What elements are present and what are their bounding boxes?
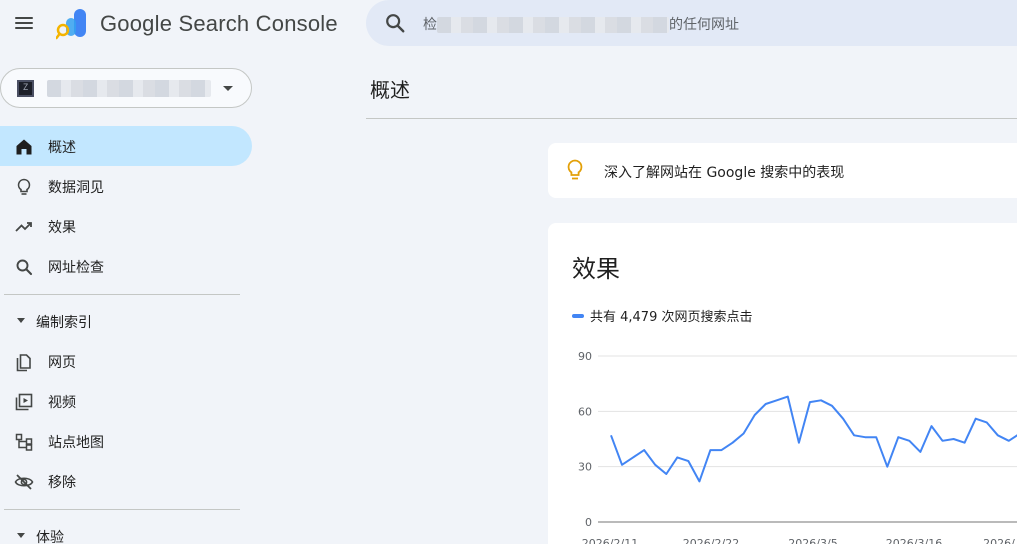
top-app-bar: Google Search Console 检的任何网址	[0, 0, 1017, 48]
url-inspection-search-bar[interactable]: 检的任何网址	[366, 0, 1017, 46]
clicks-series-line	[610, 395, 1017, 483]
sidebar-item-performance[interactable]: 效果	[0, 206, 252, 246]
sidebar-item-url-inspection[interactable]: 网址检查	[0, 246, 252, 286]
sitemap-icon	[15, 433, 33, 451]
property-selector[interactable]: Z	[0, 68, 252, 108]
search-console-logo	[56, 9, 86, 40]
property-name-redacted	[47, 80, 211, 97]
collapse-caret-icon	[17, 533, 25, 538]
sidebar-item-videos[interactable]: 视频	[0, 381, 252, 421]
video-icon	[15, 393, 33, 411]
site-favicon: Z	[17, 80, 34, 97]
sidebar-item-pages[interactable]: 网页	[0, 341, 252, 381]
x-tick-label: 2026/3/16	[886, 537, 942, 544]
chart-legend[interactable]: 共有 4,479 次网页搜索点击	[572, 305, 753, 325]
search-icon	[386, 14, 405, 33]
search-icon	[16, 259, 33, 276]
product-name: Google Search Console	[100, 11, 338, 36]
insights-link-text: 深入了解网站在 Google 搜索中的表现	[604, 165, 845, 181]
performance-chart: 90 60 30 0 2026/2/11 2026/2/22 2026/3/5 2026/3/…	[578, 350, 1017, 544]
page-title: 概述	[370, 78, 410, 102]
sidebar-divider	[4, 509, 240, 510]
performance-card: 效果 共有 4,479 次网页搜索点击 90 60 30 0 2026/2/11 2026…	[548, 223, 1017, 544]
legend-text: 共有 4,479 次网页搜索点击	[590, 310, 753, 325]
insights-card[interactable]: 深入了解网站在 Google 搜索中的表现	[548, 143, 1017, 198]
search-placeholder: 检的任何网址	[423, 17, 739, 33]
y-tick-label: 90	[578, 350, 592, 363]
performance-title: 效果	[572, 255, 620, 283]
collapse-caret-icon	[17, 318, 25, 323]
main-menu-button[interactable]	[12, 12, 36, 36]
x-tick-label: 2026/2/22	[683, 537, 739, 544]
title-divider	[366, 118, 1017, 119]
pages-icon	[16, 354, 31, 372]
eye-off-icon	[14, 474, 34, 490]
sidebar-item-removals[interactable]: 移除	[0, 461, 252, 501]
sidebar-section-indexing[interactable]: 编制索引	[0, 303, 252, 339]
y-tick-label: 0	[585, 516, 592, 529]
sidebar-item-insights[interactable]: 数据洞见	[0, 166, 252, 206]
trending-up-icon	[15, 222, 32, 232]
x-tick-label: 2026/	[983, 537, 1015, 544]
hamburger-menu-icon	[15, 17, 33, 19]
sidebar-section-experience[interactable]: 体验	[0, 518, 252, 544]
chevron-down-icon	[223, 86, 233, 91]
sidebar-divider	[4, 294, 240, 295]
lightbulb-icon	[567, 159, 583, 180]
legend-swatch	[572, 313, 584, 318]
lightbulb-icon	[17, 178, 31, 195]
x-tick-label: 2026/2/11	[582, 537, 638, 544]
y-tick-label: 30	[578, 461, 592, 474]
x-tick-label: 2026/3/5	[788, 537, 837, 544]
y-tick-label: 60	[578, 405, 592, 418]
sidebar-item-sitemaps[interactable]: 站点地图	[0, 421, 252, 461]
redacted-text	[437, 17, 669, 33]
sidebar-item-overview[interactable]: 概述	[0, 126, 252, 166]
home-icon	[16, 139, 32, 155]
